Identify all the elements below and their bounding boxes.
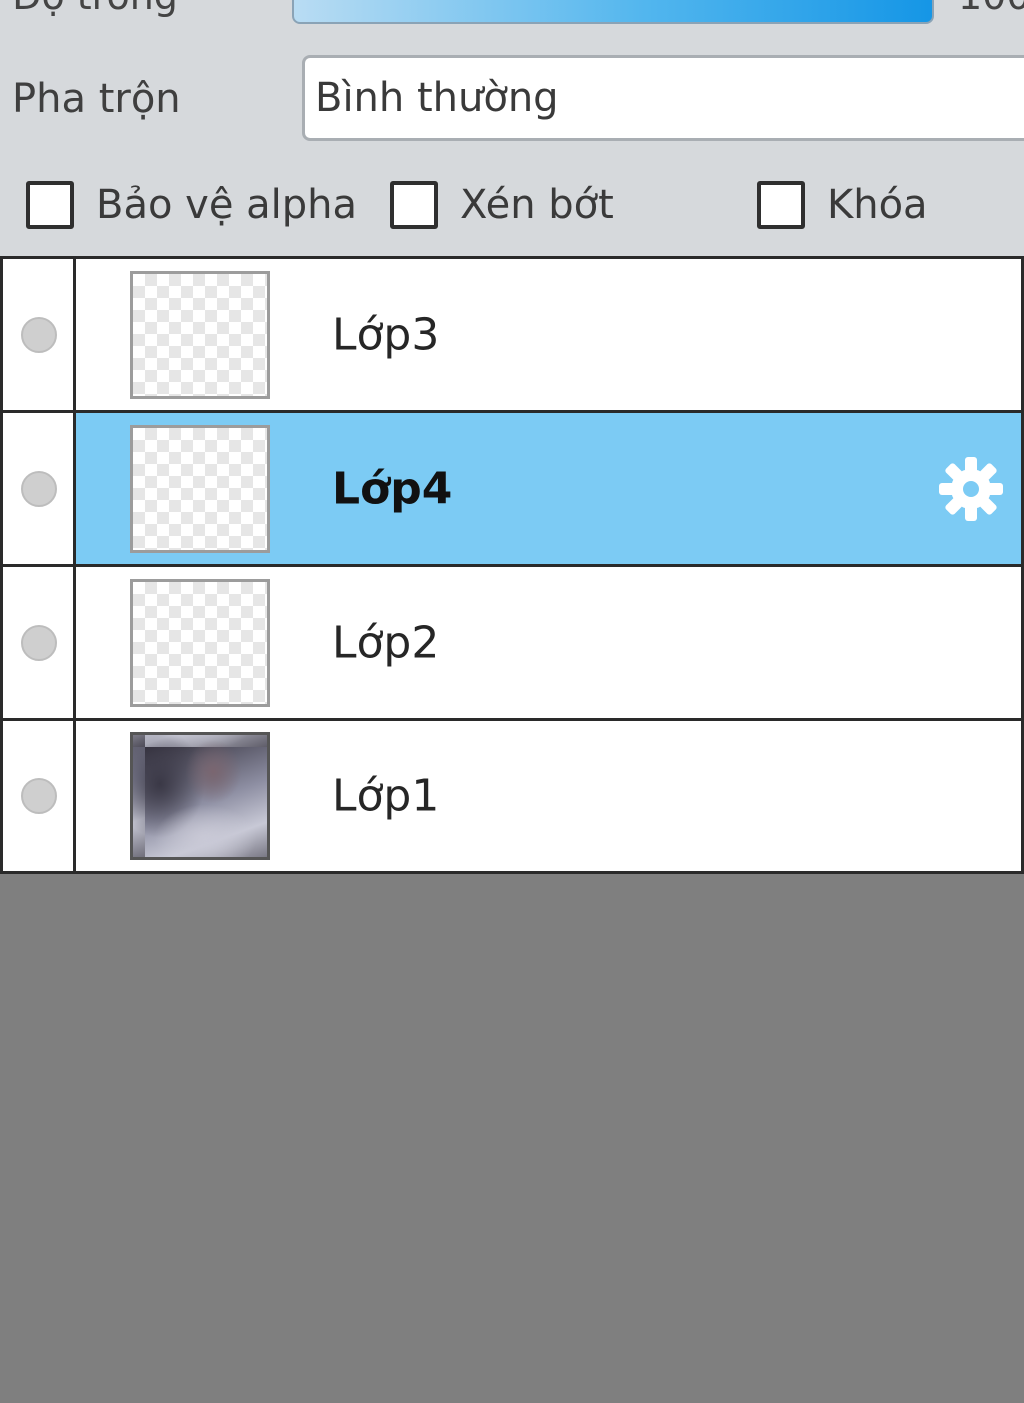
layer-content[interactable]: Lớp3 — [76, 259, 1024, 410]
clip-label: Xén bớt — [460, 182, 614, 228]
visibility-cell[interactable] — [0, 721, 76, 871]
layer-row[interactable]: Lớp2 — [0, 567, 1024, 721]
opacity-row: Độ trong 100 — [0, 0, 1024, 28]
layer-thumbnail — [130, 270, 270, 399]
blend-mode-label: Pha trộn — [12, 76, 181, 122]
layer-row[interactable]: Lớp1 — [0, 721, 1024, 871]
opacity-value: 100 — [958, 0, 1024, 18]
lock-checkbox[interactable] — [757, 181, 805, 229]
visibility-dot-icon[interactable] — [21, 624, 57, 661]
layer-row[interactable]: Lớp3 — [0, 259, 1024, 413]
layer-content[interactable]: Lớp4 — [76, 413, 1024, 564]
blend-mode-value: Bình thường — [315, 75, 559, 121]
blend-mode-select[interactable]: Bình thường — [302, 55, 1024, 141]
clip-checkbox[interactable] — [390, 181, 438, 229]
opacity-label: Độ trong — [12, 0, 178, 18]
layer-content[interactable]: Lớp2 — [76, 567, 1024, 718]
protect-alpha-label: Bảo vệ alpha — [96, 182, 358, 228]
layer-list: Lớp3 Lớp4 Lớp2 Lớp1 — [0, 256, 1024, 874]
empty-layer-area — [0, 876, 1024, 1403]
visibility-cell[interactable] — [0, 567, 76, 718]
visibility-dot-icon[interactable] — [21, 470, 57, 507]
visibility-dot-icon[interactable] — [21, 316, 57, 353]
layer-row-selected[interactable]: Lớp4 — [0, 413, 1024, 567]
gear-icon[interactable] — [935, 453, 1007, 525]
visibility-cell[interactable] — [0, 259, 76, 410]
protect-alpha-checkbox[interactable] — [26, 181, 74, 229]
layer-thumbnail — [130, 578, 270, 707]
lock-label: Khóa — [827, 182, 928, 228]
layer-name: Lớp3 — [332, 309, 440, 360]
layer-name: Lớp1 — [332, 770, 440, 822]
layer-thumbnail-photo — [130, 732, 270, 860]
visibility-cell[interactable] — [0, 413, 76, 564]
visibility-dot-icon[interactable] — [21, 778, 57, 814]
opacity-slider[interactable] — [292, 0, 934, 24]
layer-thumbnail — [130, 424, 270, 553]
layer-content[interactable]: Lớp1 — [76, 721, 1024, 871]
layer-name: Lớp4 — [332, 463, 453, 514]
layer-name: Lớp2 — [332, 617, 440, 668]
lock-option[interactable]: Khóa — [757, 174, 928, 236]
protect-alpha-option[interactable]: Bảo vệ alpha — [26, 174, 357, 236]
layer-properties-panel: Độ trong 100 Pha trộn Bình thường Bảo vệ… — [0, 0, 1024, 256]
clip-option[interactable]: Xén bớt — [390, 174, 614, 236]
